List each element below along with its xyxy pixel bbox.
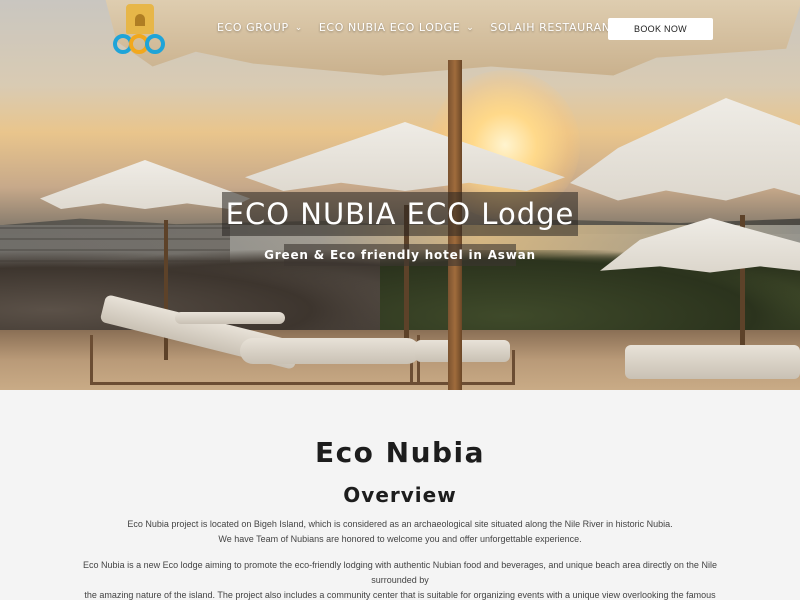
main-nav: ECO GROUP ⌄ ECO NUBIA ECO LODGE ⌄ SOLAIH… (217, 21, 632, 34)
section-heading: Overview (343, 483, 457, 507)
nav-item-eco-group[interactable]: ECO GROUP ⌄ (217, 21, 303, 34)
logo-wordmark (112, 30, 168, 58)
lounger-cushion (625, 345, 800, 379)
nav-item-label: ECO GROUP (217, 21, 289, 34)
nav-item-label: ECO NUBIA ECO LODGE (318, 21, 461, 34)
chevron-down-icon: ⌄ (294, 22, 303, 33)
intro-paragraph: Eco Nubia project is located on Bigeh Is… (80, 517, 720, 547)
lounger-cushion (240, 338, 420, 364)
intro-line-1: Eco Nubia project is located on Bigeh Is… (127, 519, 673, 529)
lounger-cushion (175, 312, 285, 324)
intro-line-2: We have Team of Nubians are honored to w… (218, 534, 582, 544)
chevron-down-icon: ⌄ (466, 22, 475, 33)
description-line-2: the amazing nature of the island. The pr… (84, 590, 716, 600)
hero-banner: ECO GROUP ⌄ ECO NUBIA ECO LODGE ⌄ SOLAIH… (0, 0, 800, 390)
nav-item-label: SOLAIH RESTAURANT (490, 21, 618, 34)
lounger-cushion (415, 340, 510, 362)
description-line-1: Eco Nubia is a new Eco lodge aiming to p… (83, 560, 717, 585)
hero-subtitle: Green & Eco friendly hotel in Aswan (264, 244, 535, 266)
hero-title: ECO NUBIA ECO Lodge (222, 192, 578, 236)
description-paragraph: Eco Nubia is a new Eco lodge aiming to p… (80, 558, 720, 600)
nav-item-eco-nubia-eco-lodge[interactable]: ECO NUBIA ECO LODGE ⌄ (319, 21, 475, 34)
page-title: Eco Nubia (314, 436, 486, 469)
book-now-button[interactable]: BOOK NOW (608, 18, 713, 40)
eco-logo[interactable] (112, 2, 168, 58)
